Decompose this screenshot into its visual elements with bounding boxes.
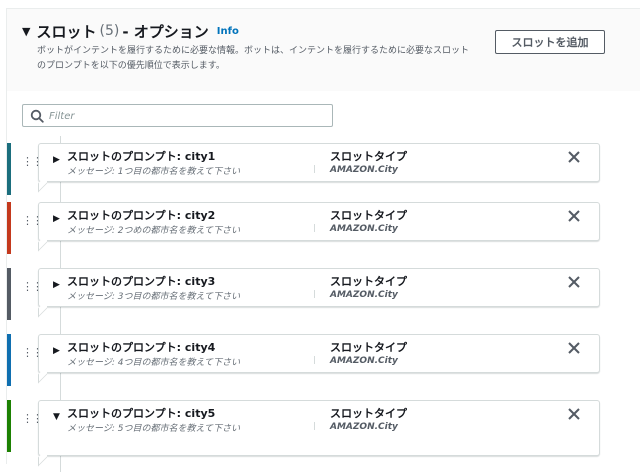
slot-type-label: スロットタイプ (330, 150, 407, 163)
close-icon[interactable] (566, 406, 582, 422)
filter-input[interactable] (47, 106, 331, 127)
slot-card[interactable]: ▶ スロットのプロンプト: city2 メッセージ: 2つめの都市名を教えて下さ… (38, 202, 600, 241)
expand-caret-icon[interactable]: ▶ (53, 214, 60, 224)
slot-type-value: AMAZON.City (330, 290, 398, 300)
expand-caret-icon[interactable]: ▶ (53, 280, 60, 290)
slot-type-label: スロットタイプ (330, 407, 407, 420)
slot-type-value: AMAZON.City (330, 422, 398, 432)
expand-caret-icon[interactable]: ▶ (53, 155, 60, 165)
close-icon[interactable] (566, 208, 582, 224)
slot-type-label: スロットタイプ (330, 209, 407, 222)
slot-row: ⋮⋮ ▶ スロットのプロンプト: city1 メッセージ: 1つ目の都市名を教え… (7, 143, 601, 195)
slot-type-value: AMAZON.City (330, 356, 398, 366)
slots-panel: ▼ スロット (5) - オプション Info ボットがインテントを履行するため… (6, 8, 640, 472)
slot-prompt: スロットのプロンプト: city3 (67, 275, 216, 288)
info-link[interactable]: Info (217, 26, 239, 37)
slot-type-value: AMAZON.City (330, 224, 398, 234)
column-divider (314, 224, 315, 232)
section-title: スロット (36, 22, 97, 41)
close-icon[interactable] (566, 149, 582, 165)
slot-prompt: スロットのプロンプト: city4 (67, 341, 216, 354)
slot-card[interactable]: ▶ スロットのプロンプト: city4 メッセージ: 4つ目の都市名を教えて下さ… (38, 334, 600, 373)
slot-type-label: スロットタイプ (330, 275, 407, 288)
column-divider (314, 422, 315, 430)
section-header: ▼ スロット (5) - オプション Info ボットがインテントを履行するため… (7, 9, 640, 91)
slot-message: メッセージ: 3つ目の都市名を教えて下さい (67, 292, 240, 302)
section-title-row[interactable]: ▼ スロット (5) - オプション Info (22, 21, 239, 41)
slot-color-stripe (7, 334, 11, 386)
column-divider (314, 165, 315, 173)
slot-message: メッセージ: 2つめの都市名を教えて下さい (67, 226, 240, 236)
close-icon[interactable] (566, 340, 582, 356)
slot-card[interactable]: ▶ スロットのプロンプト: city3 メッセージ: 3つ目の都市名を教えて下さ… (38, 268, 600, 307)
slot-type-label: スロットタイプ (330, 341, 407, 354)
slot-row: ⋮⋮ ▶ スロットのプロンプト: city4 メッセージ: 4つ目の都市名を教え… (7, 334, 601, 386)
slot-color-stripe (7, 143, 11, 195)
slot-color-stripe (7, 268, 11, 320)
slot-color-stripe (7, 202, 11, 254)
section-title-suffix: - オプション (122, 22, 209, 41)
slot-row: ⋮⋮ ▶ スロットのプロンプト: city3 メッセージ: 3つ目の都市名を教え… (7, 268, 601, 320)
search-icon (30, 109, 44, 123)
column-divider (314, 356, 315, 364)
column-divider (314, 290, 315, 298)
section-description: ボットがインテントを履行するために必要な情報。ボットは、インテントを履行するため… (37, 46, 470, 71)
slot-color-stripe (7, 400, 11, 452)
slot-type-value: AMAZON.City (330, 165, 398, 175)
slot-prompt: スロットのプロンプト: city5 (67, 407, 216, 420)
slot-card[interactable]: ▼ スロットのプロンプト: city5 メッセージ: 5つ目の都市名を教えて下さ… (38, 400, 600, 456)
slot-prompt: スロットのプロンプト: city2 (67, 209, 216, 222)
slot-row: ⋮⋮ ▶ スロットのプロンプト: city2 メッセージ: 2つめの都市名を教え… (7, 202, 601, 254)
collapse-caret-icon[interactable]: ▼ (53, 412, 60, 422)
slot-count: (5) (99, 23, 120, 39)
slot-message: メッセージ: 1つ目の都市名を教えて下さい (67, 167, 240, 177)
slot-message: メッセージ: 5つ目の都市名を教えて下さい (67, 424, 240, 434)
slot-message: メッセージ: 4つ目の都市名を教えて下さい (67, 358, 240, 368)
slot-card[interactable]: ▶ スロットのプロンプト: city1 メッセージ: 1つ目の都市名を教えて下さ… (38, 143, 600, 182)
close-icon[interactable] (566, 274, 582, 290)
slot-prompt: スロットのプロンプト: city1 (67, 150, 216, 163)
expand-caret-icon[interactable]: ▶ (53, 346, 60, 356)
add-slot-button[interactable]: スロットを追加 (495, 30, 605, 54)
slot-row: ⋮⋮ ▼ スロットのプロンプト: city5 メッセージ: 5つ目の都市名を教え… (7, 400, 601, 456)
filter-box[interactable] (22, 104, 333, 127)
collapse-caret-icon[interactable]: ▼ (22, 25, 30, 38)
